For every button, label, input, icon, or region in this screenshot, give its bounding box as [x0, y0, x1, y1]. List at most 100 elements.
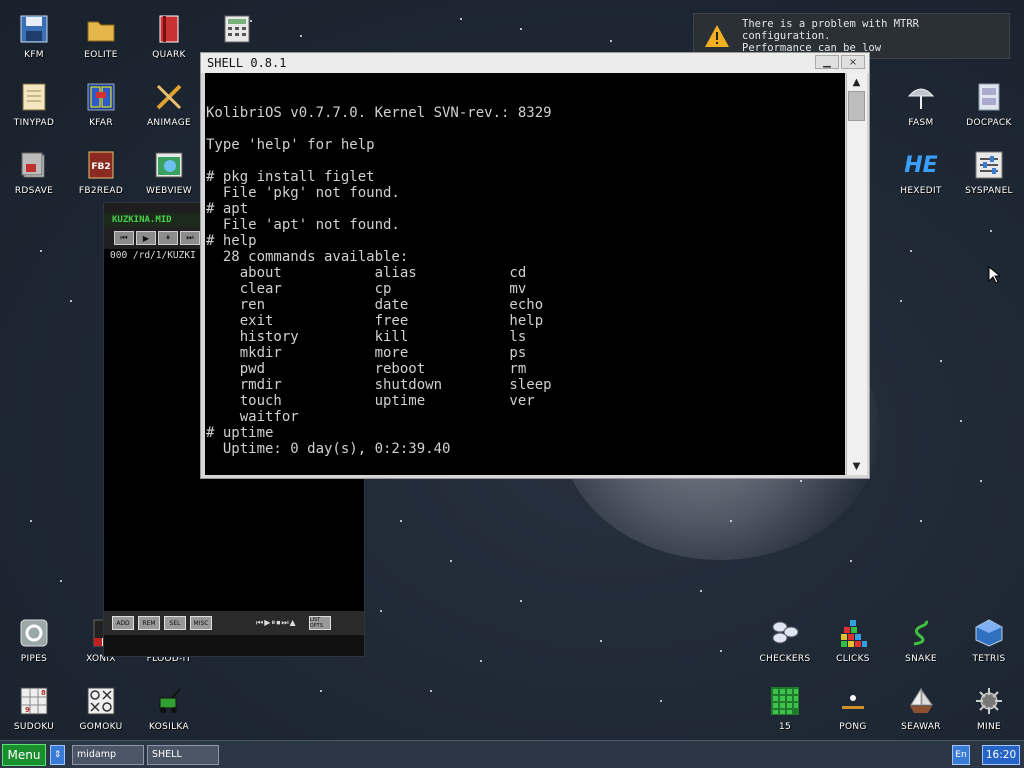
keyboard-language-indicator[interactable]: En — [952, 745, 970, 765]
terminal-line: Type 'help' for help — [206, 137, 375, 153]
paint-icon — [152, 80, 186, 114]
prev-track-button[interactable]: ⏮ — [114, 231, 134, 245]
terminal-line: KolibriOS v0.7.7.0. Kernel SVN-rev.: 832… — [206, 105, 552, 121]
terminal-scrollbar[interactable]: ▲ ▼ — [846, 73, 867, 475]
task-midamp[interactable]: midamp — [72, 745, 144, 765]
icon-label: EOLITE — [84, 50, 118, 60]
icon-label: TINYPAD — [13, 118, 55, 128]
icon-label: GOMOKU — [79, 722, 123, 732]
star — [610, 40, 612, 42]
star — [520, 600, 522, 602]
terminal-line: history kill ls — [206, 329, 527, 345]
seawar-icon — [904, 684, 938, 718]
svg-text:8: 8 — [41, 689, 46, 697]
hexedit-icon-launcher[interactable]: HE HEXEDIT — [887, 144, 955, 208]
gomoku-icon — [84, 684, 118, 718]
star — [460, 18, 462, 20]
scroll-up-arrow-icon[interactable]: ▲ — [847, 73, 866, 91]
misc-button[interactable]: MISC — [190, 616, 212, 630]
icon-label: WEBVIEW — [146, 186, 192, 196]
midamp-bottom-bar: ADD REM SEL MISC ⏮▶⏸⏹⏭▲ LIST OPTS — [104, 611, 364, 635]
shell-titlebar[interactable]: SHELL 0.8.1 ▁ × — [201, 53, 869, 73]
icon-label: TETRIS — [972, 654, 1006, 664]
svg-text:9: 9 — [25, 706, 30, 714]
star — [730, 520, 732, 522]
star — [40, 250, 42, 252]
terminal-line: File 'pkg' not found. — [206, 185, 400, 201]
browser-icon — [152, 148, 186, 182]
star — [30, 520, 32, 522]
seawar-icon-launcher[interactable]: SEAWAR — [887, 680, 955, 744]
clicks-icon-launcher[interactable]: CLICKS — [819, 612, 887, 676]
play-button[interactable]: ▶ — [136, 231, 156, 245]
checkers-icon-launcher[interactable]: CHECKERS — [751, 612, 819, 676]
webview-icon-launcher[interactable]: WEBVIEW — [135, 144, 203, 208]
icon-label: MINE — [976, 722, 1002, 732]
syspanel-icon-launcher[interactable]: SYSPANEL — [955, 144, 1023, 208]
snake-icon — [904, 616, 938, 650]
icon-label: SYSPANEL — [965, 186, 1013, 196]
next-track-button[interactable]: ⏭ — [180, 231, 200, 245]
terminal-lines: KolibriOS v0.7.7.0. Kernel SVN-rev.: 832… — [206, 105, 845, 457]
animage-icon-launcher[interactable]: ANIMAGE — [135, 76, 203, 140]
snake-icon-launcher[interactable]: SNAKE — [887, 612, 955, 676]
rdsave-icon-launcher[interactable]: RDSAVE — [0, 144, 68, 208]
pipes-icon — [17, 616, 51, 650]
mine-icon-launcher[interactable]: MINE — [955, 680, 1023, 744]
icon-label: 15 — [778, 722, 792, 732]
remove-button[interactable]: REM — [138, 616, 160, 630]
tinypad-icon-launcher[interactable]: TINYPAD — [0, 76, 68, 140]
kfm-icon-launcher[interactable]: KFM — [0, 8, 68, 72]
scroll-thumb[interactable] — [848, 91, 865, 121]
tetris-icon-launcher[interactable]: TETRIS — [955, 612, 1023, 676]
mini-transport-controls[interactable]: ⏮▶⏸⏹⏭▲ — [256, 618, 297, 628]
pause-button[interactable]: ⏸ — [158, 231, 178, 245]
fifteen-icon-launcher[interactable]: 15 — [751, 680, 819, 744]
fb2read-icon-launcher[interactable]: FB2 FB2READ — [67, 144, 135, 208]
icon-label: PIPES — [20, 654, 48, 664]
gomoku-icon-launcher[interactable]: GOMOKU — [67, 680, 135, 744]
star — [910, 250, 912, 252]
star — [940, 360, 942, 362]
taskbar-switch-arrow-icon[interactable]: ⇕ — [50, 745, 65, 765]
icon-label: CLICKS — [836, 654, 870, 664]
star — [960, 420, 962, 422]
fb2-icon: FB2 — [84, 148, 118, 182]
fasm-icon — [904, 80, 938, 114]
pong-icon-launcher[interactable]: PONG — [819, 680, 887, 744]
list-opts-button[interactable]: LIST OPTS — [308, 616, 331, 630]
terminal-line: exit free help — [206, 313, 544, 329]
kosilka-icon-launcher[interactable]: KOSILKA — [135, 680, 203, 744]
taskbar: Menu ⇕ midamp SHELL En 16:20 — [0, 740, 1024, 768]
star — [600, 640, 602, 642]
kfar-icon-launcher[interactable]: KFAR — [67, 76, 135, 140]
icon-label: SUDOKU — [13, 722, 55, 732]
scroll-down-arrow-icon[interactable]: ▼ — [847, 457, 866, 475]
minimize-button[interactable]: ▁ — [815, 55, 839, 69]
pipes-icon-launcher[interactable]: PIPES — [0, 612, 68, 676]
notification-line-1: There is a problem with MTRR configurati… — [742, 18, 920, 42]
star — [720, 650, 722, 652]
star — [980, 480, 982, 482]
terminal-output[interactable]: KolibriOS v0.7.7.0. Kernel SVN-rev.: 832… — [205, 73, 845, 475]
fasm-icon-launcher[interactable]: FASM — [887, 76, 955, 140]
hexedit-icon: HE — [904, 152, 938, 178]
eolite-icon-launcher[interactable]: EOLITE — [67, 8, 135, 72]
terminal-line: # pkg install figlet — [206, 169, 375, 185]
clock[interactable]: 16:20 — [982, 745, 1020, 765]
docpack-icon-launcher[interactable]: DOCPACK — [955, 76, 1023, 140]
pong-icon — [836, 684, 870, 718]
close-button[interactable]: × — [841, 55, 865, 69]
sudoku-icon-launcher[interactable]: 9 8 SUDOKU — [0, 680, 68, 744]
tetris-icon — [972, 616, 1006, 650]
shell-window[interactable]: SHELL 0.8.1 ▁ × KolibriOS v0.7.7.0. Kern… — [200, 52, 870, 479]
quark-icon-launcher[interactable]: QUARK — [135, 8, 203, 72]
star — [430, 690, 432, 692]
menu-button[interactable]: Menu — [2, 744, 46, 766]
task-shell[interactable]: SHELL — [147, 745, 219, 765]
notepad-icon — [17, 80, 51, 114]
add-button[interactable]: ADD — [112, 616, 134, 630]
select-button[interactable]: SEL — [164, 616, 186, 630]
terminal-line: mkdir more ps — [206, 345, 527, 361]
